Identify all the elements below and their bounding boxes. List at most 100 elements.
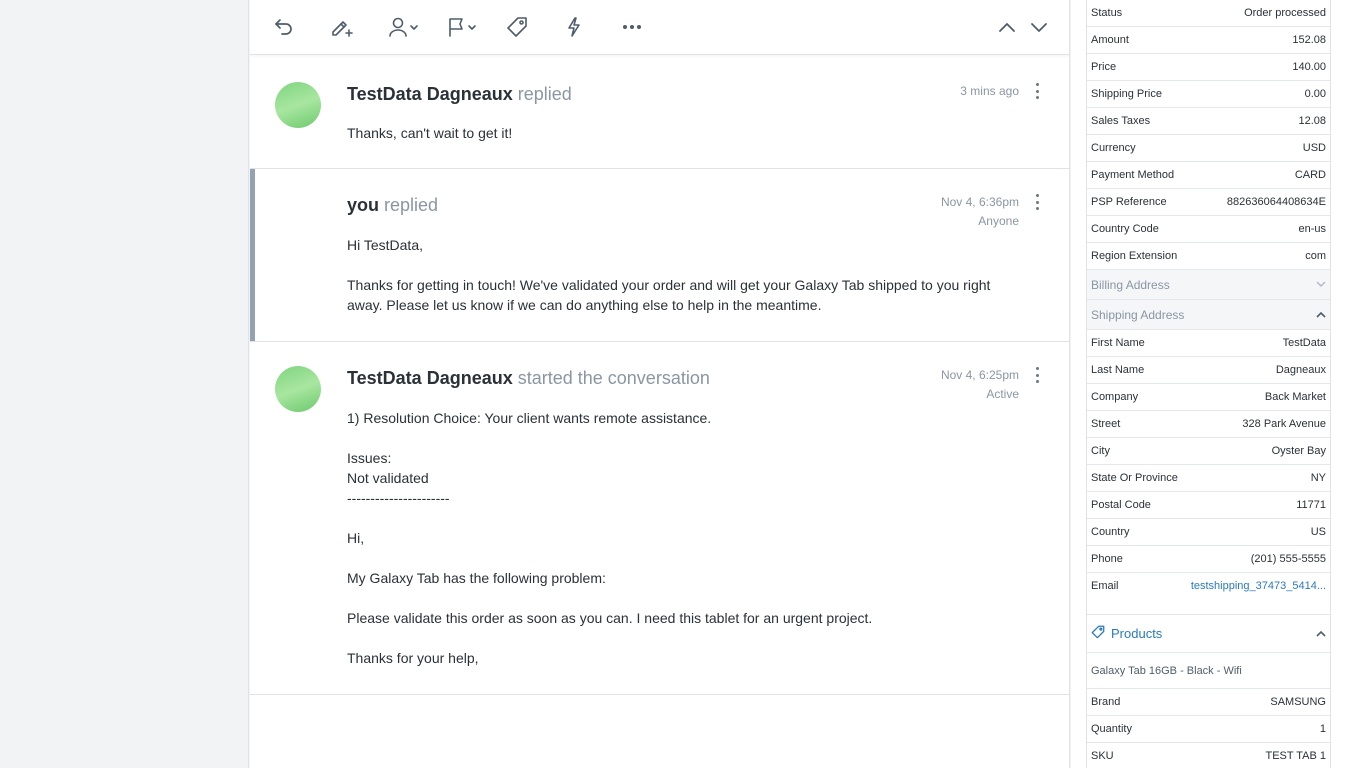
message-action: replied — [384, 195, 439, 215]
sidebar-scrollbar[interactable] — [1341, 0, 1347, 768]
field-value: TEST TAB 1 — [1265, 750, 1326, 762]
field-label: First Name — [1091, 337, 1145, 349]
body-line: Hi, — [347, 530, 365, 546]
message-action: replied — [517, 84, 572, 104]
field-label: Amount — [1091, 34, 1129, 46]
field-currency: Currency USD — [1087, 135, 1330, 162]
timestamp[interactable]: 3 mins ago — [960, 82, 1019, 101]
field-country-code: Country Code en-us — [1087, 216, 1330, 243]
more-icon[interactable] — [622, 14, 642, 40]
body-line: Please validate this order as soon as yo… — [347, 610, 873, 626]
body-line — [347, 588, 1009, 608]
field-street: Street 328 Park Avenue — [1087, 411, 1330, 438]
field-shipping-price: Shipping Price 0.00 — [1087, 81, 1330, 108]
field-value: Oyster Bay — [1271, 445, 1326, 457]
note-icon[interactable] — [328, 14, 356, 40]
body-line: My Galaxy Tab has the following problem: — [347, 570, 606, 586]
chevron-up-icon[interactable] — [997, 14, 1017, 40]
assign-icon[interactable] — [388, 14, 420, 40]
avatar[interactable] — [275, 366, 321, 412]
products-header: Products — [1091, 625, 1162, 642]
field-value: TestData — [1282, 337, 1326, 349]
field-value: Dagneaux — [1275, 364, 1326, 376]
body-line: Not validated — [347, 470, 429, 486]
field-label: Last Name — [1091, 364, 1145, 376]
field-status: Status Order processed — [1087, 0, 1330, 27]
message-time: Nov 4, 6:25pm Active — [941, 366, 1019, 404]
field-amount: Amount 152.08 — [1087, 27, 1330, 54]
field-label: Country Code — [1091, 223, 1159, 235]
message-header: TestData Dagneaux started the conversati… — [347, 368, 710, 389]
field-last-name: Last Name Dagneaux — [1087, 357, 1330, 384]
body-line: Thanks for getting in touch! We've valid… — [347, 277, 991, 313]
chevron-up-icon — [1316, 310, 1326, 320]
field-region-extension: Region Extension com — [1087, 243, 1330, 270]
field-sku: SKU TEST TAB 1 — [1087, 743, 1330, 768]
body-line — [347, 548, 1009, 568]
tag-icon — [1091, 625, 1105, 642]
field-value: en-us — [1298, 223, 1326, 235]
field-value: 1 — [1319, 723, 1326, 735]
message-body: Hi TestData, Thanks for getting in touch… — [347, 235, 1009, 315]
thread-item: TestData Dagneaux replied 3 mins ago Tha… — [250, 58, 1069, 169]
field-payment-method: Payment Method CARD — [1087, 162, 1330, 189]
billing-address-toggle[interactable]: Billing Address — [1087, 270, 1330, 300]
message-time: Nov 4, 6:36pm Anyone — [941, 193, 1019, 231]
field-label: Payment Method — [1091, 169, 1175, 181]
field-value: 11771 — [1296, 499, 1326, 511]
body-line — [347, 508, 1009, 528]
section-label: Shipping Address — [1091, 307, 1185, 322]
body-line: Hi TestData, — [347, 237, 423, 253]
chevron-down-icon[interactable] — [1029, 14, 1049, 40]
product-name: Galaxy Tab 16GB - Black - Wifi — [1087, 653, 1330, 689]
field-label: PSP Reference — [1091, 196, 1167, 208]
author-name[interactable]: you — [347, 195, 379, 215]
thread: TestData Dagneaux replied 3 mins ago Tha… — [250, 58, 1069, 695]
email-link[interactable]: testshipping_37473_5414... — [1191, 580, 1326, 592]
shipping-address-toggle[interactable]: Shipping Address — [1087, 300, 1330, 330]
order-sidebar: Status Order processed Amount 152.08 Price… — [1071, 0, 1349, 768]
field-company: Company Back Market — [1087, 384, 1330, 411]
body-line: Issues: — [347, 450, 392, 466]
field-value: US — [1310, 526, 1326, 538]
field-label: Region Extension — [1091, 250, 1178, 262]
field-country: Country US — [1087, 519, 1330, 546]
message-status: Anyone — [978, 214, 1019, 228]
field-label: SKU — [1091, 750, 1114, 762]
author-name[interactable]: TestData Dagneaux — [347, 368, 513, 388]
field-label: Brand — [1091, 696, 1121, 708]
chevron-down-icon — [1316, 280, 1326, 290]
message-menu-icon[interactable] — [1031, 367, 1043, 383]
body-line: Thanks, can't wait to get it! — [347, 125, 513, 141]
thread-item: you replied Nov 4, 6:36pm Anyone Hi Test… — [250, 169, 1069, 342]
field-state: State Or Province NY — [1087, 465, 1330, 492]
message-body: 1) Resolution Choice: Your client wants … — [347, 408, 1009, 668]
field-value: 12.08 — [1298, 115, 1326, 127]
message-body: Thanks, can't wait to get it! — [347, 123, 1009, 143]
avatar[interactable] — [275, 82, 321, 128]
field-label: Shipping Price — [1091, 88, 1162, 100]
thread-item: TestData Dagneaux started the conversati… — [250, 342, 1069, 695]
message-header: you replied — [347, 195, 438, 216]
body-line: Thanks for your help, — [347, 650, 479, 666]
products-toggle[interactable]: Products — [1087, 615, 1330, 653]
workflow-icon[interactable] — [565, 14, 583, 40]
timestamp[interactable]: Nov 4, 6:36pm — [941, 193, 1019, 212]
conversation-toolbar — [250, 0, 1069, 55]
tag-icon[interactable] — [506, 14, 528, 40]
flag-icon[interactable] — [447, 14, 479, 40]
field-value: NY — [1310, 472, 1326, 484]
body-line: 1) Resolution Choice: Your client wants … — [347, 410, 712, 426]
field-email: Email testshipping_37473_5414... — [1087, 573, 1330, 615]
message-menu-icon[interactable] — [1031, 194, 1043, 210]
field-label: City — [1091, 445, 1110, 457]
author-name[interactable]: TestData Dagneaux — [347, 84, 513, 104]
field-label: State Or Province — [1091, 472, 1178, 484]
field-quantity: Quantity 1 — [1087, 716, 1330, 743]
field-value: CARD — [1294, 169, 1326, 181]
reply-icon[interactable] — [272, 14, 296, 40]
message-menu-icon[interactable] — [1031, 83, 1043, 99]
timestamp[interactable]: Nov 4, 6:25pm — [941, 366, 1019, 385]
field-label: Country — [1091, 526, 1130, 538]
field-label: Status — [1091, 7, 1123, 19]
